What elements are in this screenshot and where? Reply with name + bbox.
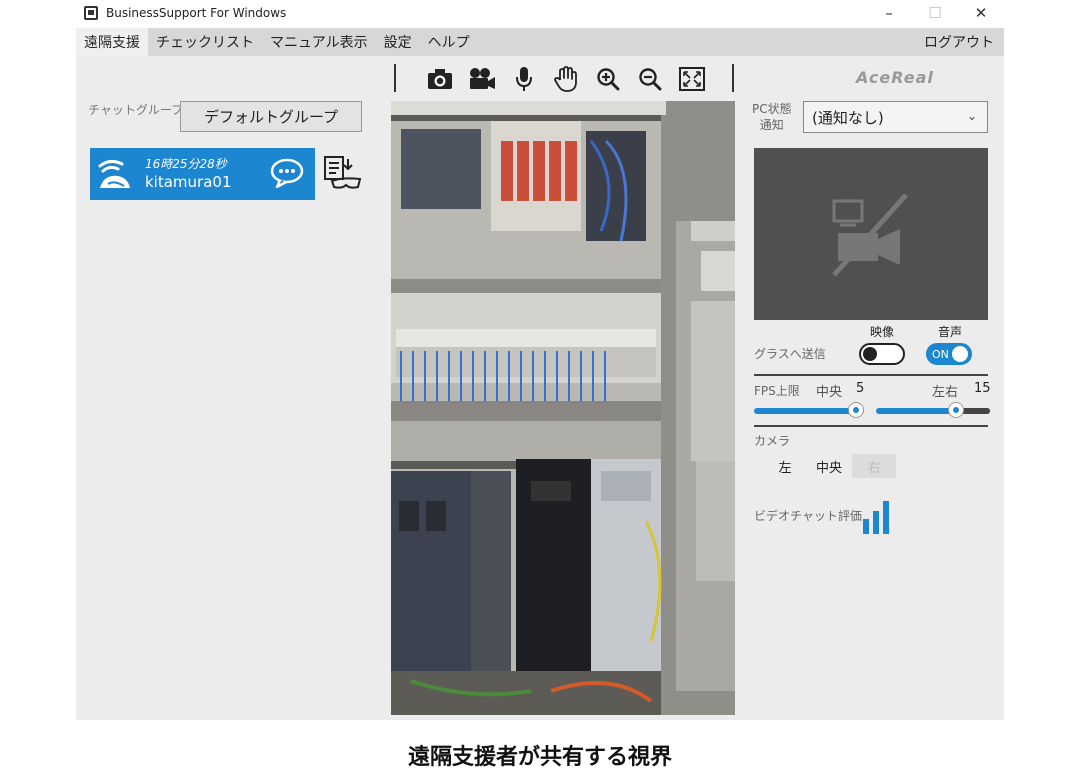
logout-button[interactable]: ログアウト xyxy=(914,28,1004,56)
user-name: kitamura01 xyxy=(145,173,232,191)
video-camera-icon[interactable] xyxy=(468,65,496,93)
divider xyxy=(754,425,988,427)
zoom-out-icon[interactable] xyxy=(636,65,664,93)
window-title: BusinessSupport For Windows xyxy=(106,6,287,20)
audio-toggle-knob xyxy=(952,346,968,362)
main-area: チャットグループ デフォルトグループ 16時25分28秒 kitamura01 xyxy=(76,56,1004,720)
camera-option-right: 右 xyxy=(852,454,896,478)
hand-icon[interactable] xyxy=(552,65,580,93)
fps-center-label: 中央 xyxy=(816,385,843,400)
menu-bar: 遠隔支援 チェックリスト マニュアル表示 設定 ヘルプ ログアウト xyxy=(76,28,1004,56)
wifi-glasses-icon xyxy=(98,159,130,188)
maximize-button[interactable]: ☐ xyxy=(912,0,958,26)
send-to-glasses-label: グラスへ送信 xyxy=(754,347,826,361)
menu-remote-support[interactable]: 遠隔支援 xyxy=(76,28,148,56)
close-button[interactable]: ✕ xyxy=(958,0,1004,26)
pc-status-label: PC状態 通知 xyxy=(752,101,792,133)
toolbar-separator-right xyxy=(732,64,734,92)
menu-settings[interactable]: 設定 xyxy=(376,28,420,56)
app-icon xyxy=(84,6,98,20)
camera-preview xyxy=(754,148,988,320)
fps-center-value: 5 xyxy=(856,381,865,396)
camera-icon[interactable] xyxy=(426,65,454,93)
video-toggle[interactable] xyxy=(859,343,905,365)
chevron-down-icon: ⌄ xyxy=(966,109,977,123)
page: BusinessSupport For Windows – ☐ ✕ 遠隔支援 チ… xyxy=(0,0,1080,780)
menu-manual-view[interactable]: マニュアル表示 xyxy=(262,28,376,56)
window-controls: – ☐ ✕ xyxy=(866,0,1004,26)
audio-toggle-text: ON xyxy=(932,348,949,361)
pc-status-label-line1: PC状態 xyxy=(752,102,792,116)
chat-group-label: チャットグループ xyxy=(88,103,184,117)
default-group-button[interactable]: デフォルトグループ xyxy=(180,101,362,132)
caption: 遠隔支援者が共有する視界 xyxy=(407,745,672,770)
user-card[interactable]: 16時25分28秒 kitamura01 xyxy=(90,148,315,200)
fps-center-slider-thumb[interactable] xyxy=(848,402,864,418)
video-column-label: 映像 xyxy=(870,325,895,339)
title-bar: BusinessSupport For Windows – ☐ ✕ xyxy=(76,0,1004,26)
shared-video-feed[interactable] xyxy=(391,101,735,715)
pc-status-select[interactable]: (通知なし) ⌄ xyxy=(803,101,988,133)
toolbar xyxy=(426,64,706,94)
camera-off-icon xyxy=(832,193,908,277)
user-time: 16時25分28秒 xyxy=(145,157,227,171)
video-chat-rating-label: ビデオチャット評価 xyxy=(754,509,862,523)
microphone-icon[interactable] xyxy=(510,65,538,93)
fps-side-label: 左右 xyxy=(932,385,959,400)
fps-center-slider[interactable] xyxy=(754,402,864,418)
fps-limit-label: FPS上限 xyxy=(754,384,800,398)
minimize-button[interactable]: – xyxy=(866,0,912,26)
brand-logo: AceReal xyxy=(856,68,934,87)
camera-label: カメラ xyxy=(754,434,791,448)
toolbar-separator-left xyxy=(394,64,396,92)
fps-side-slider-thumb[interactable] xyxy=(948,402,964,418)
audio-toggle[interactable]: ON xyxy=(926,343,972,365)
signal-strength-icon xyxy=(863,501,889,534)
fit-screen-icon[interactable] xyxy=(678,65,706,93)
audio-column-label: 音声 xyxy=(938,325,963,339)
fps-side-value: 15 xyxy=(974,381,991,396)
pc-status-value: (通知なし) xyxy=(812,108,884,127)
send-document-to-glasses-icon[interactable] xyxy=(322,155,362,191)
menu-checklist[interactable]: チェックリスト xyxy=(148,28,262,56)
video-toggle-knob xyxy=(863,347,877,361)
divider xyxy=(754,374,988,376)
camera-option-left[interactable]: 左 xyxy=(770,454,800,478)
zoom-in-icon[interactable] xyxy=(594,65,622,93)
chat-bubble-icon[interactable] xyxy=(270,158,304,188)
pc-status-label-line2: 通知 xyxy=(759,118,784,132)
fps-side-slider[interactable] xyxy=(876,402,990,418)
menu-help[interactable]: ヘルプ xyxy=(420,28,478,56)
camera-option-center[interactable]: 中央 xyxy=(810,454,848,478)
